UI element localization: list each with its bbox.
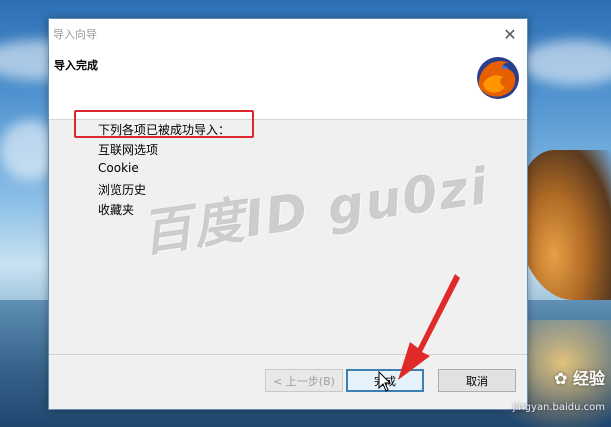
back-button[interactable]: < 上一步(B) — [265, 369, 343, 392]
desktop-cliff — [516, 150, 611, 300]
site-logo: ✿ 经验 — [554, 365, 605, 389]
header-title: 导入完成 — [54, 59, 98, 72]
success-message: 下列各项已被成功导入： — [98, 123, 231, 137]
mouse-cursor-icon — [378, 371, 392, 392]
paw-icon: ✿ — [554, 369, 568, 388]
site-url: jingyan.baidu.com — [512, 402, 605, 413]
dialog-title: 导入向导 — [53, 28, 97, 41]
imported-item: Cookie — [98, 161, 139, 175]
dialog-titlebar: 导入向导 ✕ — [49, 19, 527, 49]
imported-item: 收藏夹 — [98, 203, 135, 217]
desktop-cloud — [520, 40, 611, 85]
firefox-logo-icon — [477, 57, 519, 99]
close-button[interactable]: ✕ — [493, 19, 527, 49]
site-logo-text: 经验 — [572, 369, 605, 388]
close-icon: ✕ — [503, 24, 517, 44]
imported-item: 互联网选项 — [98, 143, 159, 157]
